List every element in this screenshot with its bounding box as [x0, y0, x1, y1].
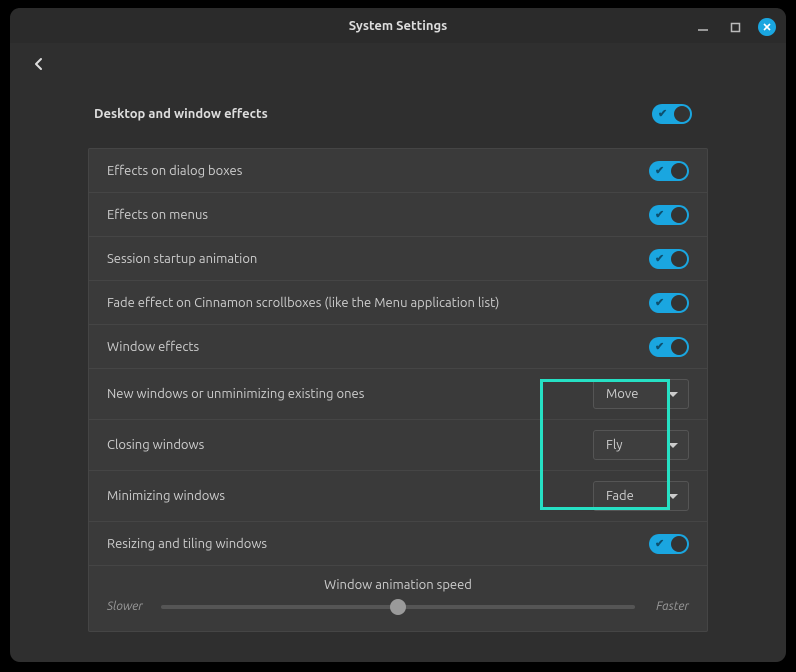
check-icon: ✔	[658, 107, 667, 120]
resizing-windows-toggle[interactable]: ✔	[649, 534, 689, 554]
label: Effects on menus	[107, 208, 208, 222]
row-animation-speed: Window animation speed Slower Faster	[89, 566, 707, 631]
close-button[interactable]	[758, 18, 776, 36]
row-new-windows: New windows or unminimizing existing one…	[89, 369, 707, 420]
label: Minimizing windows	[107, 489, 225, 503]
row-fade-scrollboxes: Fade effect on Cinnamon scrollboxes (lik…	[89, 281, 707, 325]
minimizing-windows-dropdown[interactable]: Fade	[593, 481, 689, 511]
label: Effects on dialog boxes	[107, 164, 242, 178]
label: Window effects	[107, 340, 199, 354]
toggle-knob	[671, 163, 687, 179]
dropdown-value: Fly	[606, 438, 623, 452]
row-dialog-effects: Effects on dialog boxes ✔	[89, 149, 707, 193]
label: Session startup animation	[107, 252, 257, 266]
settings-panel: Effects on dialog boxes ✔ Effects on men…	[88, 148, 708, 632]
toggle-knob	[671, 207, 687, 223]
back-row	[10, 43, 786, 88]
check-icon: ✔	[655, 537, 664, 550]
row-closing-windows: Closing windows Fly	[89, 420, 707, 471]
slider-label-faster: Faster	[645, 600, 689, 613]
section-title: Desktop and window effects	[94, 107, 268, 121]
dropdown-value: Move	[606, 387, 638, 401]
check-icon: ✔	[655, 296, 664, 309]
label: Fade effect on Cinnamon scrollboxes (lik…	[107, 296, 499, 310]
window-controls	[694, 8, 776, 46]
check-icon: ✔	[655, 340, 664, 353]
row-startup-animation: Session startup animation ✔	[89, 237, 707, 281]
window-effects-toggle[interactable]: ✔	[649, 337, 689, 357]
label: Resizing and tiling windows	[107, 537, 267, 551]
desktop-effects-toggle[interactable]: ✔	[652, 104, 692, 124]
toggle-knob	[671, 295, 687, 311]
row-resizing-windows: Resizing and tiling windows ✔	[89, 522, 707, 566]
content-area: Desktop and window effects ✔ Effects on …	[10, 88, 786, 662]
toggle-knob	[674, 106, 690, 122]
titlebar: System Settings	[10, 8, 786, 43]
toggle-knob	[671, 251, 687, 267]
check-icon: ✔	[655, 252, 664, 265]
minimize-button[interactable]	[694, 18, 712, 36]
dropdown-value: Fade	[606, 489, 634, 503]
label: Closing windows	[107, 438, 204, 452]
slider-label-slower: Slower	[107, 600, 151, 613]
slider-row: Slower Faster	[107, 600, 689, 613]
settings-window: System Settings Desktop and window effec…	[10, 8, 786, 662]
animation-speed-slider[interactable]	[161, 605, 635, 609]
back-button[interactable]	[32, 57, 46, 74]
label: New windows or unminimizing existing one…	[107, 387, 364, 401]
section-header: Desktop and window effects ✔	[88, 88, 708, 148]
window-title: System Settings	[349, 19, 448, 33]
new-windows-dropdown[interactable]: Move	[593, 379, 689, 409]
chevron-down-icon	[668, 494, 678, 499]
toggle-knob	[671, 536, 687, 552]
slider-title: Window animation speed	[107, 578, 689, 592]
row-window-effects: Window effects ✔	[89, 325, 707, 369]
check-icon: ✔	[655, 164, 664, 177]
chevron-down-icon	[668, 392, 678, 397]
startup-animation-toggle[interactable]: ✔	[649, 249, 689, 269]
closing-windows-dropdown[interactable]: Fly	[593, 430, 689, 460]
menu-effects-toggle[interactable]: ✔	[649, 205, 689, 225]
dialog-effects-toggle[interactable]: ✔	[649, 161, 689, 181]
maximize-button[interactable]	[726, 18, 744, 36]
chevron-down-icon	[668, 443, 678, 448]
check-icon: ✔	[655, 208, 664, 221]
row-minimizing-windows: Minimizing windows Fade	[89, 471, 707, 522]
toggle-knob	[671, 339, 687, 355]
row-menu-effects: Effects on menus ✔	[89, 193, 707, 237]
fade-scrollboxes-toggle[interactable]: ✔	[649, 293, 689, 313]
